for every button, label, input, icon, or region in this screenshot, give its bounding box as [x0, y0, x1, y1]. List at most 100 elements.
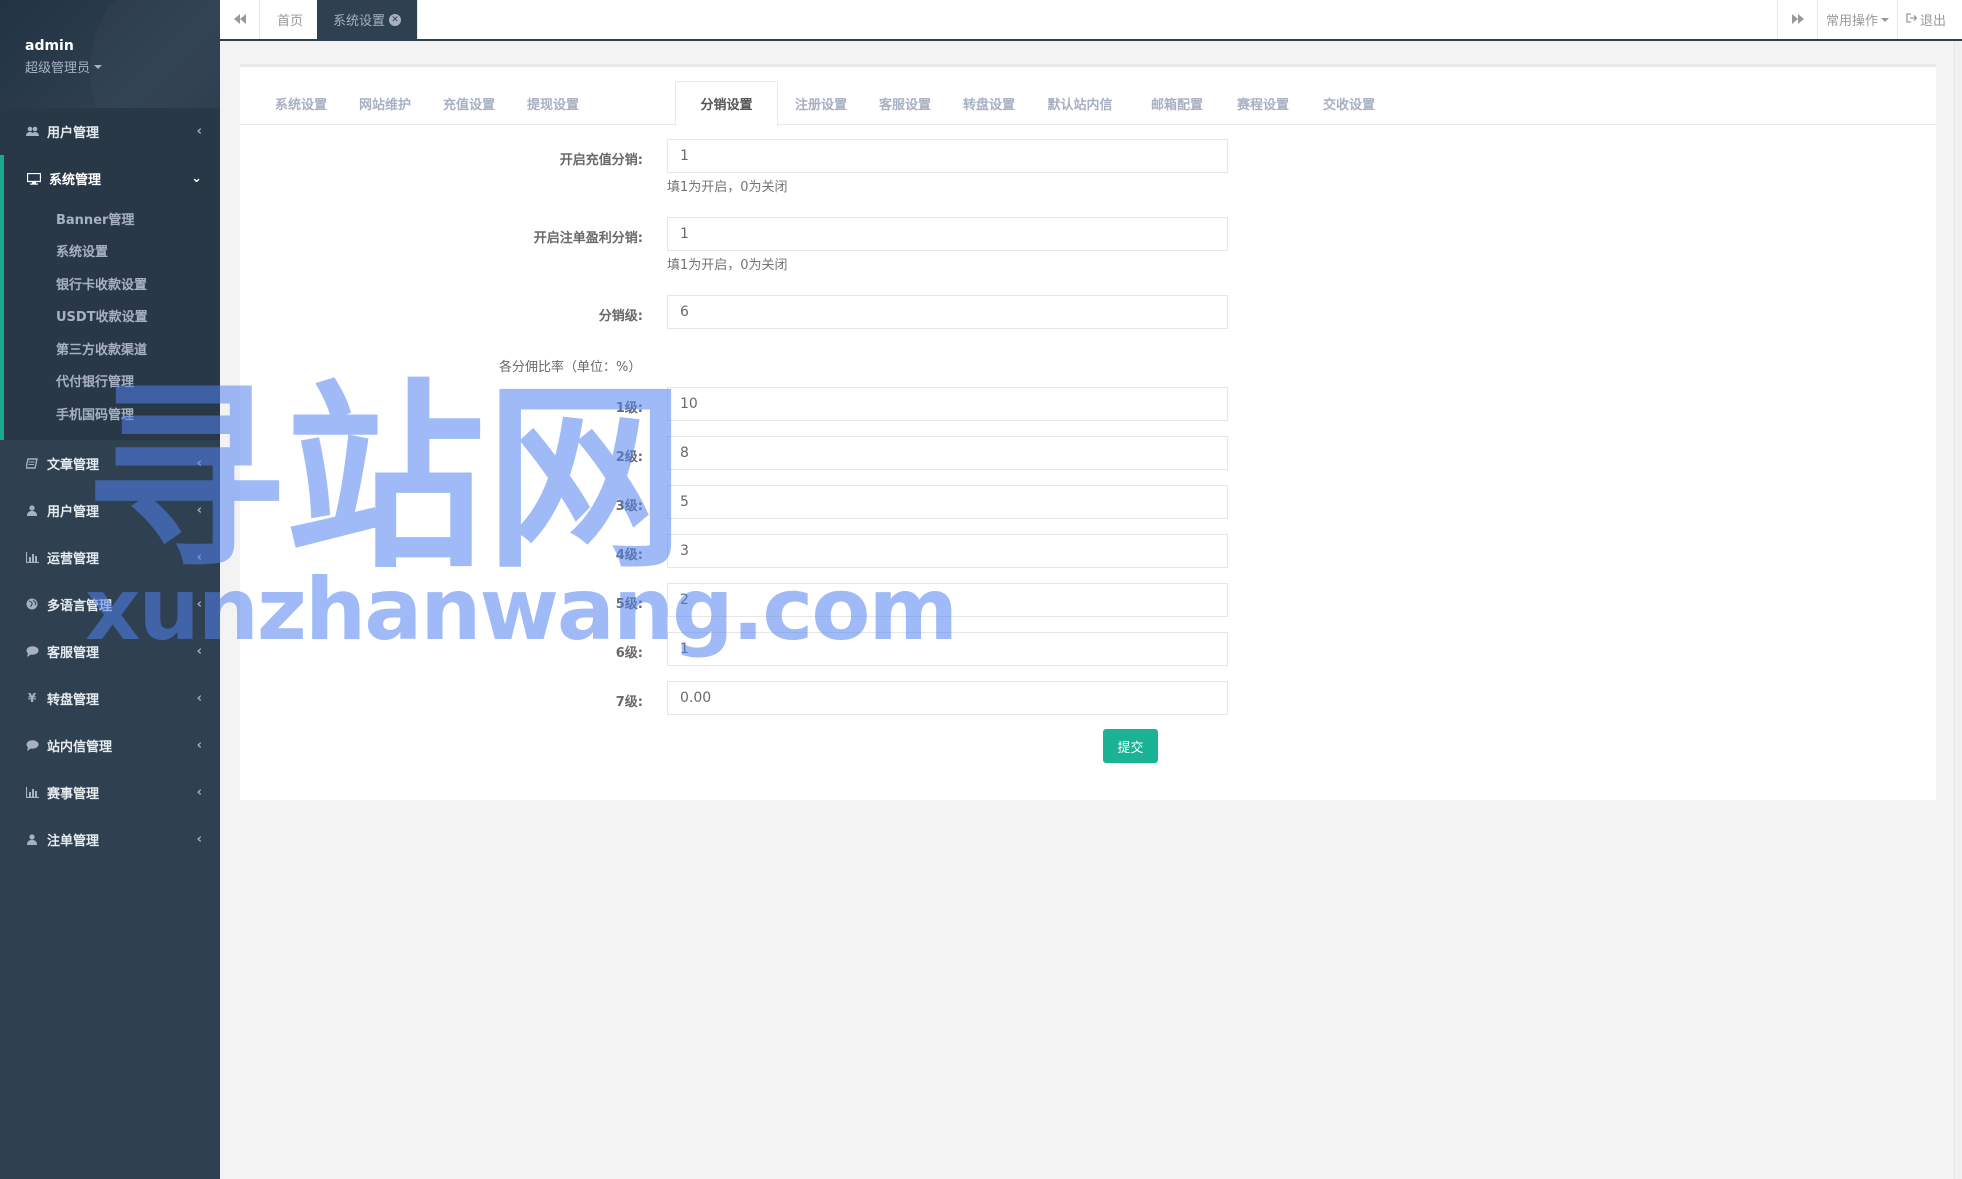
desktop-icon [26, 172, 42, 185]
rate-level-5-label: 5级: [615, 597, 643, 612]
nav-label: 转盘管理 [47, 692, 100, 708]
tab-system-settings[interactable]: 系统设置 ✕ [317, 0, 419, 39]
page-scrollbar[interactable] [1954, 41, 1962, 1179]
close-icon[interactable]: ✕ [389, 13, 402, 26]
tab-system-settings-label: 系统设置 [333, 14, 386, 29]
logout-label: 退出 [1920, 14, 1947, 29]
rate-level-7-input[interactable] [667, 681, 1228, 715]
submenu-item-country-code[interactable]: 手机国码管理 [4, 397, 220, 430]
chevron-left-icon: ‹ [196, 643, 202, 659]
scroll-right-button[interactable] [1777, 0, 1817, 39]
scroll-left-button[interactable] [220, 0, 260, 39]
bet-profit-distribution-help: 填1为开启，0为关闭 [667, 258, 788, 273]
profile-header: admin 超级管理员 [0, 0, 220, 108]
submenu-item-third-party[interactable]: 第三方收款渠道 [4, 332, 220, 365]
sidebar: admin 超级管理员 用户管理 ‹ 系统管理 ⌄ Banner管理 系统设置 … [0, 0, 220, 1179]
submit-button[interactable]: 提交 [1103, 729, 1158, 763]
nav-label: 多语言管理 [47, 598, 113, 614]
book-icon [24, 457, 40, 469]
nav-item-users[interactable]: 用户管理 ‹ [0, 487, 220, 534]
chevron-left-icon: ‹ [196, 549, 202, 565]
tab-default-message[interactable]: 默认站内信 [1030, 81, 1130, 125]
rates-section-title: 各分佣比率（单位：%） [499, 360, 642, 375]
nav-item-system-management[interactable]: 系统管理 ⌄ [4, 155, 220, 202]
nav-item-languages[interactable]: 多语言管理 ‹ [0, 581, 220, 628]
submenu-item-payout-bank[interactable]: 代付银行管理 [4, 365, 220, 398]
tab-schedule[interactable]: 赛程设置 [1221, 81, 1305, 125]
nav-item-wheel[interactable]: ¥ 转盘管理 ‹ [0, 675, 220, 722]
recharge-distribution-input[interactable] [667, 139, 1228, 173]
tab-recharge[interactable]: 充值设置 [428, 81, 510, 125]
chevron-left-icon: ‹ [196, 502, 202, 518]
nav-label: 用户管理 [47, 126, 100, 141]
comment-icon [24, 739, 40, 751]
nav-item-bets[interactable]: 注单管理 ‹ [0, 816, 220, 863]
rate-level-2-label: 2级: [615, 450, 643, 465]
chevron-left-icon: ‹ [196, 784, 202, 800]
forward-icon [1791, 13, 1804, 27]
nav-item-events[interactable]: 赛事管理 ‹ [0, 769, 220, 816]
nav-label: 赛事管理 [47, 786, 100, 802]
nav-item-articles[interactable]: 文章管理 ‹ [0, 440, 220, 487]
rate-level-4-input[interactable] [667, 534, 1228, 568]
submenu-item-usdt[interactable]: USDT收款设置 [4, 300, 220, 333]
rate-level-6-input[interactable] [667, 632, 1228, 666]
nav-group-system: 系统管理 ⌄ Banner管理 系统设置 银行卡收款设置 USDT收款设置 第三… [0, 155, 220, 440]
rate-level-4-label: 4级: [615, 548, 643, 563]
submenu-item-banner[interactable]: Banner管理 [4, 202, 220, 235]
nav-label: 客服管理 [47, 645, 100, 661]
rate-level-3-input[interactable] [667, 485, 1228, 519]
tab-wheel[interactable]: 转盘设置 [948, 81, 1030, 125]
nav-item-customer-service[interactable]: 客服管理 ‹ [0, 628, 220, 675]
profile-role-dropdown[interactable]: 超级管理员 [25, 57, 220, 76]
submenu-system: Banner管理 系统设置 银行卡收款设置 USDT收款设置 第三方收款渠道 代… [4, 202, 220, 440]
common-ops-label: 常用操作 [1826, 14, 1879, 29]
yen-icon: ¥ [27, 691, 37, 705]
bet-profit-distribution-input[interactable] [667, 217, 1228, 251]
submenu-item-bank-card[interactable]: 银行卡收款设置 [4, 267, 220, 300]
nav-item-user-management[interactable]: 用户管理 ‹ [0, 108, 220, 155]
chevron-left-icon: ‹ [196, 737, 202, 753]
profile-username: admin [25, 38, 74, 54]
caret-down-icon [94, 64, 103, 69]
tab-email-config[interactable]: 邮箱配置 [1135, 81, 1219, 125]
common-ops-dropdown[interactable]: 常用操作 [1817, 0, 1897, 39]
chevron-left-icon: ‹ [196, 831, 202, 847]
nav-label: 用户管理 [47, 504, 100, 520]
tab-registration[interactable]: 注册设置 [780, 81, 862, 125]
tab-settlement[interactable]: 交收设置 [1307, 81, 1391, 125]
nav-item-messages[interactable]: 站内信管理 ‹ [0, 722, 220, 769]
rate-level-1-label: 1级: [615, 401, 643, 416]
distribution-levels-label: 分销级: [598, 309, 643, 324]
rate-level-1-input[interactable] [667, 387, 1228, 421]
caret-down-icon [1881, 17, 1889, 22]
users-icon [24, 126, 40, 137]
submenu-item-system-settings[interactable]: 系统设置 [4, 235, 220, 268]
globe-icon [24, 598, 40, 610]
tab-home[interactable]: 首页 [261, 0, 321, 39]
nav-item-operations[interactable]: 运营管理 ‹ [0, 534, 220, 581]
bar-chart-icon [24, 551, 40, 563]
rate-level-3-label: 3级: [615, 499, 643, 514]
tab-withdrawal[interactable]: 提现设置 [512, 81, 594, 125]
settings-tabs: 系统设置 网站维护 充值设置 提现设置 分销设置 注册设置 客服设置 转盘设置 … [240, 81, 1936, 126]
logout-button[interactable]: 退出 [1897, 0, 1954, 39]
chevron-left-icon: ‹ [196, 455, 202, 471]
tab-home-label: 首页 [277, 14, 304, 29]
nav-label: 站内信管理 [47, 739, 113, 755]
backward-icon [233, 13, 246, 27]
chevron-left-icon: ‹ [196, 690, 202, 706]
tab-system-config[interactable]: 系统设置 [260, 81, 342, 125]
distribution-levels-input[interactable] [667, 295, 1228, 329]
chevron-left-icon: ‹ [196, 596, 202, 612]
nav-label: 注单管理 [47, 833, 100, 849]
top-tab-bar: 首页 系统设置 ✕ 常用操作 退出 [220, 0, 1962, 41]
nav-label: 系统管理 [49, 173, 102, 188]
chevron-down-icon: ⌄ [191, 171, 202, 186]
rate-level-5-input[interactable] [667, 583, 1228, 617]
rate-level-2-input[interactable] [667, 436, 1228, 470]
tab-customer-service[interactable]: 客服设置 [864, 81, 946, 125]
rate-level-6-label: 6级: [615, 646, 643, 661]
tab-site-maintenance[interactable]: 网站维护 [344, 81, 426, 125]
tab-distribution[interactable]: 分销设置 [675, 81, 778, 126]
